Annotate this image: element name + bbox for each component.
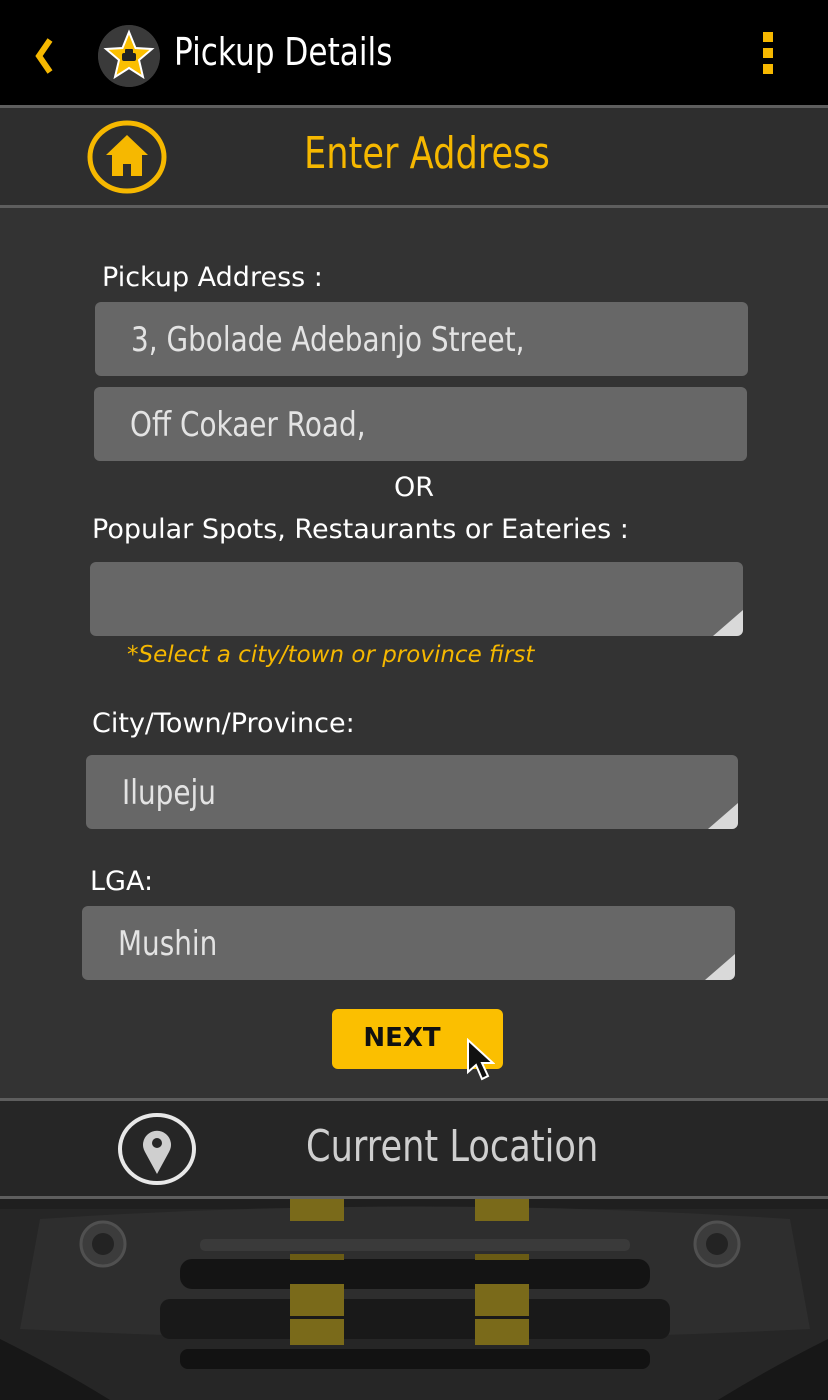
popular-spots-label: Popular Spots, Restaurants or Eateries : [92, 514, 629, 545]
app-title: Pickup Details [174, 30, 393, 74]
popular-spots-select[interactable] [90, 562, 743, 636]
city-label: City/Town/Province: [92, 708, 355, 739]
pickup-address-line1-value: 3, Gbolade Adebanjo Street, [131, 320, 525, 360]
pickup-address-line1-input[interactable]: 3, Gbolade Adebanjo Street, [95, 302, 748, 376]
star-taxi-logo-icon [98, 25, 160, 87]
section-title: Enter Address [304, 128, 550, 179]
pickup-address-line2-value: Off Cokaer Road, [130, 405, 366, 445]
dropdown-corner-icon [705, 954, 735, 980]
dropdown-corner-icon [708, 803, 738, 829]
dropdown-corner-icon [713, 610, 743, 636]
pickup-address-label: Pickup Address : [102, 262, 323, 293]
app-bar: Pickup Details [0, 0, 828, 105]
kebab-menu-icon[interactable] [756, 30, 780, 78]
lga-select[interactable]: Mushin [82, 906, 735, 980]
city-value: Ilupeju [122, 773, 216, 813]
mouse-pointer-icon [467, 1038, 495, 1081]
pickup-address-line2-input[interactable]: Off Cokaer Road, [94, 387, 747, 461]
popular-spots-hint: *Select a city/town or province first [127, 642, 535, 668]
chevron-left-icon[interactable] [30, 34, 58, 78]
current-location-label: Current Location [306, 1121, 599, 1172]
city-select[interactable]: Ilupeju [86, 755, 738, 829]
map-pin-icon[interactable] [118, 1112, 196, 1186]
sub-header: Enter Address [0, 108, 828, 205]
car-front-image [0, 1199, 828, 1400]
lga-label: LGA: [90, 866, 154, 897]
current-location-bar[interactable]: Current Location [0, 1101, 828, 1196]
lga-value: Mushin [118, 924, 218, 964]
address-form: Pickup Address : 3, Gbolade Adebanjo Str… [0, 208, 828, 1098]
next-button-label: NEXT [363, 1023, 441, 1053]
home-icon[interactable] [87, 120, 167, 194]
or-separator: OR [393, 472, 434, 503]
